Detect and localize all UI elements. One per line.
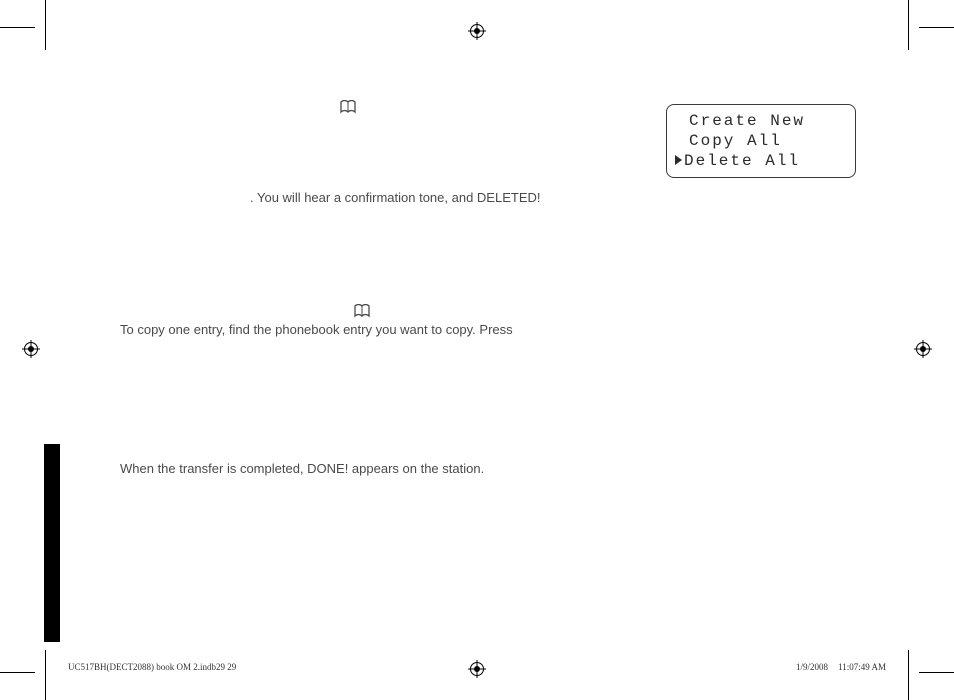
lcd-menu: Create New Copy All Delete All — [666, 104, 856, 178]
body-text: To copy one entry, find the phonebook en… — [120, 320, 600, 340]
lcd-menu-item: Create New — [675, 111, 847, 131]
crop-mark — [45, 0, 46, 50]
footer: UC517BH(DECT2088) book OM 2.indb29 29 1/… — [68, 662, 886, 672]
footer-filename: UC517BH(DECT2088) book OM 2.indb29 29 — [68, 662, 236, 672]
lcd-menu-item: Copy All — [675, 131, 847, 151]
page: { "body": { "para1_suffix": ". You will … — [0, 0, 954, 700]
registration-mark-icon — [468, 22, 486, 40]
footer-time: 11:07:49 AM — [838, 662, 886, 672]
registration-mark-icon — [914, 340, 932, 358]
body-text: . You will hear a confirmation tone, and… — [120, 188, 600, 208]
footer-date: 1/9/2008 — [796, 662, 828, 672]
crop-mark — [0, 672, 35, 673]
crop-mark — [919, 672, 954, 673]
crop-mark — [919, 27, 954, 28]
phonebook-icon — [340, 100, 356, 114]
body-text: When the transfer is completed, DONE! ap… — [120, 459, 600, 479]
crop-mark — [45, 650, 46, 700]
side-tab — [44, 444, 60, 642]
registration-mark-icon — [22, 340, 40, 358]
crop-mark — [0, 27, 35, 28]
crop-mark — [908, 650, 909, 700]
phonebook-icon — [354, 304, 370, 318]
crop-mark — [908, 0, 909, 50]
lcd-menu-item-selected: Delete All — [675, 151, 847, 171]
document-body: . You will hear a confirmation tone, and… — [120, 100, 600, 479]
